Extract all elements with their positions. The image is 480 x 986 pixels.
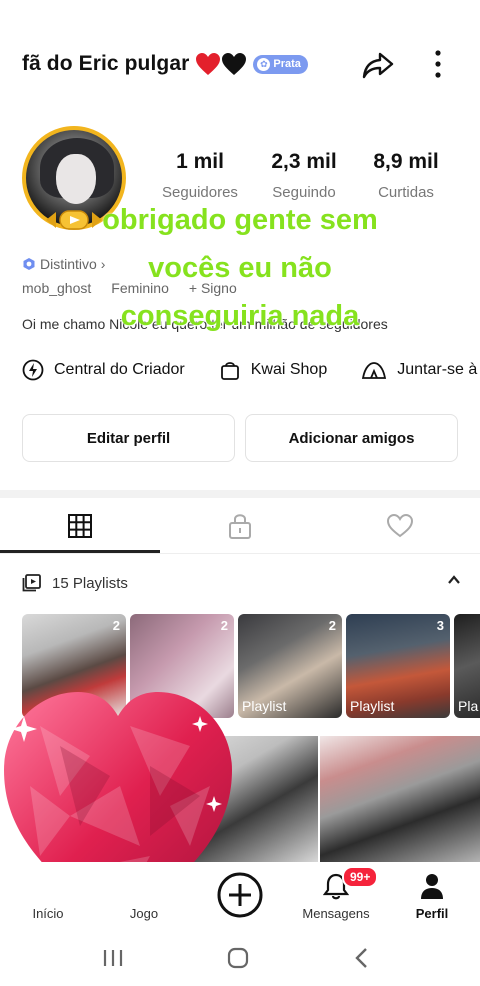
playlist-thumbnail[interactable]: Pla — [454, 614, 480, 718]
tool-label: Kwai Shop — [250, 361, 328, 378]
level-badge-label: Prata — [273, 58, 301, 70]
join-link[interactable]: Juntar-se à — [361, 359, 477, 381]
playlist-count: 3 — [436, 618, 444, 633]
playlists-header[interactable]: 15 Playlists — [22, 570, 462, 596]
playlist-thumbnail[interactable]: 3 Playlist — [346, 614, 450, 718]
profile-header: fã do Eric pulgar ✿ Prata — [0, 36, 480, 92]
stat-label: Seguidores — [162, 184, 238, 201]
nav-home[interactable]: Início — [0, 862, 96, 928]
heart-outline-icon — [386, 513, 414, 538]
system-navigation — [0, 928, 480, 986]
recents-icon[interactable] — [101, 948, 125, 968]
video-thumbnail[interactable] — [320, 736, 480, 862]
playlist-count: 2 — [112, 618, 120, 633]
stat-following[interactable]: 2,3 mil Seguindo — [254, 150, 354, 201]
more-vertical-icon[interactable] — [428, 46, 448, 82]
stat-likes[interactable]: 8,9 mil Curtidas — [356, 150, 456, 201]
section-divider — [0, 490, 480, 498]
bottom-navigation: Início Jogo Mensagens Perfil — [0, 862, 480, 928]
red-heart-icon — [196, 53, 221, 75]
tab-liked[interactable] — [320, 498, 480, 554]
lightning-icon — [22, 359, 44, 381]
level-badge[interactable]: ✿ Prata — [253, 54, 308, 74]
messages-badge: 99+ — [342, 866, 379, 888]
playlist-icon — [22, 574, 41, 592]
grid-icon — [68, 514, 92, 538]
tab-divider — [0, 553, 480, 554]
add-friends-button[interactable]: Adicionar amigos — [245, 414, 458, 462]
plus-circle-icon — [217, 872, 263, 918]
back-icon[interactable] — [352, 947, 372, 969]
edit-profile-button[interactable]: Editar perfil — [22, 414, 235, 462]
playlists-title: 15 Playlists — [52, 574, 128, 592]
tool-label: Central do Criador — [54, 361, 185, 378]
playlist-thumbnail[interactable]: 2 Playlist — [238, 614, 342, 718]
playlist-label: Playlist — [350, 698, 395, 714]
stat-label: Seguindo — [272, 184, 336, 201]
lock-icon — [229, 514, 251, 539]
overlay-caption-line: conseguiria nada — [120, 300, 360, 332]
share-icon[interactable] — [360, 46, 396, 82]
nav-label: Início — [32, 906, 64, 921]
stat-value: 8,9 mil — [373, 150, 439, 173]
overlay-caption-line: obrigado gente sem — [102, 204, 378, 236]
profile-tabs — [0, 498, 480, 554]
playlist-count: 2 — [220, 618, 228, 633]
nav-profile[interactable]: Perfil — [384, 862, 480, 928]
home-circle-icon[interactable] — [226, 946, 250, 970]
nav-label: Jogo — [129, 906, 159, 921]
chevron-up-icon[interactable] — [446, 572, 462, 588]
stat-label: Curtidas — [378, 184, 434, 201]
creator-center-link[interactable]: Central do Criador — [22, 359, 185, 381]
nav-label: Mensagens — [302, 906, 370, 921]
creator-tools-row: Central do Criador Kwai Shop Juntar-se à — [22, 356, 480, 384]
tool-label: Juntar-se à — [397, 361, 478, 378]
tab-private[interactable] — [160, 498, 320, 554]
playlist-count: 2 — [328, 618, 336, 633]
shopping-bag-icon — [220, 362, 239, 380]
tab-posts[interactable] — [0, 498, 160, 554]
playlist-label: Playlist — [242, 698, 287, 714]
heart-emojis — [195, 52, 247, 76]
badge-flower-icon: ✿ — [257, 57, 271, 71]
kwai-shop-link[interactable]: Kwai Shop — [219, 359, 328, 381]
person-icon — [421, 874, 443, 899]
black-heart-icon — [222, 53, 247, 75]
overlay-caption-line: vocês eu não — [148, 252, 332, 284]
playlist-label: Pla — [458, 698, 479, 714]
tent-icon — [362, 362, 387, 379]
nav-game[interactable]: Jogo — [96, 862, 192, 928]
stat-value: 2,3 mil — [271, 150, 337, 173]
stat-followers[interactable]: 1 mil Seguidores — [150, 150, 250, 201]
stat-value: 1 mil — [176, 150, 224, 173]
nav-label: Perfil — [415, 906, 449, 921]
nav-create[interactable] — [192, 862, 288, 928]
profile-username: fã do Eric pulgar — [22, 52, 190, 75]
